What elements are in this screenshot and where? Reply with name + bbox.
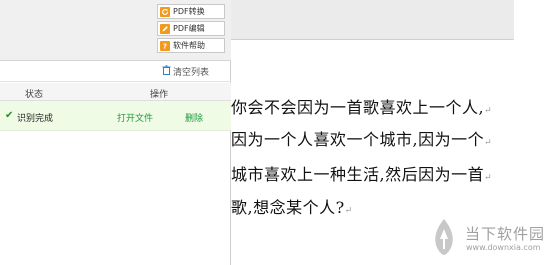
- document-line-text: 你会不会因为一首歌喜欢上一个人,: [231, 98, 485, 117]
- paragraph-mark-icon: ↵: [344, 206, 353, 216]
- document-line: 城市喜欢上一种生活,然后因为一首↵: [231, 161, 492, 185]
- watermark-name: 当下软件园: [465, 225, 546, 243]
- pdf-edit-button[interactable]: PDF编辑: [157, 21, 225, 36]
- checkmark-icon: ✔: [5, 110, 14, 121]
- question-icon: ?: [160, 40, 170, 51]
- watermark: 当下软件园 www.downxia.com: [432, 215, 550, 265]
- document-line-text: 歌,想念某个人?: [231, 198, 345, 217]
- paragraph-mark-icon: ↵: [484, 173, 493, 183]
- paragraph-mark-icon: ↵: [484, 138, 493, 148]
- svg-text:?: ?: [163, 42, 167, 50]
- file-list-panel: PDF转换 PDF编辑 ? 软件帮助 清空列表 状态 操作 ✔ 识别完成 打开文…: [0, 0, 231, 265]
- trash-icon: [162, 65, 171, 78]
- document-toolbar-area: [231, 0, 514, 40]
- document-line: 因为一个人喜欢一个城市,因为一个↵: [231, 126, 492, 150]
- document-line-text: 城市喜欢上一种生活,然后因为一首: [231, 165, 485, 184]
- delete-link[interactable]: 删除: [185, 111, 203, 124]
- document-line-text: 因为一个人喜欢一个城市,因为一个: [231, 130, 485, 149]
- clear-list-label: 清空列表: [173, 68, 210, 78]
- pdf-edit-label: PDF编辑: [173, 24, 205, 33]
- paragraph-mark-icon: ↵: [484, 106, 493, 116]
- clear-list-button[interactable]: 清空列表: [162, 65, 209, 78]
- document-line: 歌,想念某个人?↵: [231, 194, 353, 218]
- pdf-convert-label: PDF转换: [173, 7, 205, 16]
- pencil-icon: [160, 23, 170, 34]
- open-file-link[interactable]: 打开文件: [117, 111, 153, 124]
- column-header-actions: 操作: [150, 90, 169, 100]
- table-header: 状态 操作: [0, 83, 231, 101]
- pdf-convert-button[interactable]: PDF转换: [157, 4, 225, 19]
- software-help-button[interactable]: ? 软件帮助: [157, 38, 225, 53]
- watermark-url: www.downxia.com: [466, 243, 541, 252]
- software-help-label: 软件帮助: [173, 41, 205, 50]
- status-text: 识别完成: [17, 114, 54, 124]
- document-line: 你会不会因为一首歌喜欢上一个人,↵: [231, 94, 492, 118]
- list-actions-bar: 清空列表: [0, 61, 231, 82]
- refresh-icon: [160, 6, 170, 17]
- table-row[interactable]: ✔ 识别完成 打开文件 删除: [0, 101, 231, 131]
- downxia-logo-icon: [435, 219, 453, 255]
- toolbar: PDF转换 PDF编辑 ? 软件帮助: [0, 0, 231, 61]
- column-header-status: 状态: [25, 90, 44, 100]
